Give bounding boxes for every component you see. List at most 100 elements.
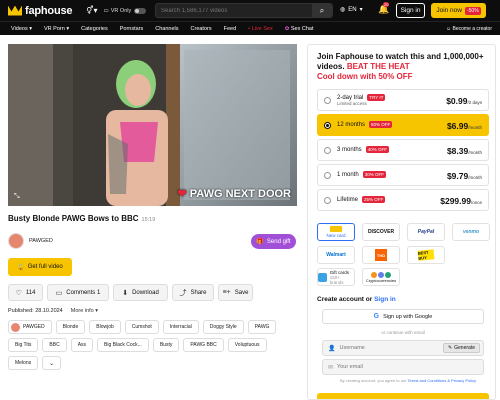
payment-new-card[interactable]: New card xyxy=(317,223,355,241)
plan-price: $8.39/month xyxy=(446,146,482,156)
video-frame xyxy=(8,44,297,206)
download-button[interactable]: ⬇ Download xyxy=(113,284,168,301)
mail-icon: ✉ xyxy=(328,364,334,371)
get-full-video-button[interactable]: 🔓 Get full video xyxy=(8,258,72,276)
tag-list: PAWGED Blonde Blowjob Cumshot Interracia… xyxy=(8,320,298,370)
tag[interactable]: BBC xyxy=(42,338,67,352)
language-selector[interactable]: ◍ EN ▾ xyxy=(340,6,363,14)
nav-live-sex[interactable]: • Live Sex xyxy=(248,26,273,32)
heart-outline-icon: ♡ xyxy=(15,289,22,297)
google-signup-button[interactable]: G Sign up with Google xyxy=(322,309,484,324)
tag[interactable]: Big Tits xyxy=(8,338,39,352)
tag[interactable]: Blowjob xyxy=(89,320,121,334)
create-account-heading: Create account or Sign in xyxy=(317,296,396,303)
tag[interactable]: Interracial xyxy=(162,320,199,334)
video-player[interactable]: ❤ PAWG NEXT DOOR ⤡ xyxy=(8,44,297,206)
heart-icon: ❤ xyxy=(177,188,187,200)
avatar[interactable] xyxy=(8,233,24,249)
tag[interactable]: PAWG xyxy=(247,320,277,334)
tag[interactable]: Big Black Cock... xyxy=(97,338,149,352)
tag[interactable]: Busty xyxy=(152,338,180,352)
signin-link[interactable]: Sign in xyxy=(374,296,396,303)
search-icon: ⌕ xyxy=(319,5,325,15)
nav-feed[interactable]: Feed xyxy=(224,26,237,32)
signin-button[interactable]: Sign in xyxy=(396,3,425,18)
expand-tags-button[interactable]: ⌄ xyxy=(42,356,62,370)
generate-button[interactable]: ✎ Generate xyxy=(442,343,480,353)
crown-logo-icon xyxy=(8,5,22,16)
plan-2-day-trial[interactable]: 2-day trial TRY IT Limited access $0.99/2 … xyxy=(317,89,489,111)
search-button[interactable]: ⌕ xyxy=(312,4,332,17)
radio-button[interactable] xyxy=(324,146,331,154)
like-button[interactable]: ♡ 114 xyxy=(8,284,43,301)
nav-videos[interactable]: Videos ▾ xyxy=(11,26,32,32)
more-info-toggle[interactable]: More info ▾ xyxy=(71,308,98,314)
comments-button[interactable]: ▭ Comments 1 xyxy=(47,284,109,301)
join-discount-badge: -50% xyxy=(464,6,481,15)
tag[interactable]: Doggy Style xyxy=(202,320,244,334)
join-now-button[interactable]: Join now -50% xyxy=(431,3,486,18)
search-input[interactable] xyxy=(161,7,311,14)
terms-link[interactable]: Terms and Conditions & Privacy Policy xyxy=(408,378,476,383)
gender-filter-icon[interactable]: ⚥▾ xyxy=(86,6,97,15)
email-input[interactable] xyxy=(337,364,438,370)
payment-crypto[interactable]: Cryptocurrencies xyxy=(362,268,400,286)
nav-sex-chat[interactable]: ✿ Sex Chat xyxy=(285,26,314,32)
username-field: 👤 ✎Generate xyxy=(322,340,484,356)
save-button[interactable]: ≡+ Save xyxy=(218,284,253,301)
username-input[interactable] xyxy=(339,345,440,351)
plan-3-months[interactable]: 3 months 40% OFF $8.39/month xyxy=(317,139,489,161)
nav-creators[interactable]: Creators xyxy=(191,26,212,32)
channel-name[interactable]: PAWGED xyxy=(29,238,53,244)
notifications[interactable]: 🔔 20 xyxy=(378,2,390,15)
payment-venmo[interactable]: venmo xyxy=(452,223,490,241)
channel-info[interactable]: PAWGED xyxy=(8,233,53,249)
radio-button[interactable] xyxy=(324,196,331,204)
card-icon xyxy=(330,226,342,232)
payment-discover[interactable]: DISCOVER xyxy=(362,223,400,241)
comment-icon: ▭ xyxy=(55,289,63,297)
payment-gift-cards[interactable]: Gift cards 150+ brands xyxy=(317,268,355,286)
share-button[interactable]: ⤴ Share xyxy=(172,284,214,301)
tag[interactable]: Cumshot xyxy=(124,320,159,334)
nav-pornstars[interactable]: Pornstars xyxy=(120,26,144,32)
home-depot-logo-icon: THD xyxy=(375,249,387,261)
nav-channels[interactable]: Channels xyxy=(155,26,178,32)
tag[interactable]: Ass xyxy=(70,338,94,352)
join-headline: Join Faphouse to watch this and 1,000,00… xyxy=(317,52,484,81)
payment-paypal[interactable]: PayPal xyxy=(407,223,445,241)
vr-switch[interactable] xyxy=(134,7,147,14)
payment-walmart[interactable]: Walmart xyxy=(317,246,355,264)
expand-icon[interactable]: ⤡ xyxy=(14,193,20,201)
share-icon: ⤴ xyxy=(179,289,187,297)
send-gift-button[interactable]: 🎁 Send gift xyxy=(251,234,296,249)
tag[interactable]: Voluptuous xyxy=(227,338,267,352)
payment-best-buy[interactable]: BEST BUY xyxy=(407,246,445,264)
tag[interactable]: Melons xyxy=(8,356,39,370)
payment-home-depot[interactable]: THD xyxy=(362,246,400,264)
vr-icon: ▭ xyxy=(103,7,109,14)
continue-button[interactable] xyxy=(317,393,489,399)
email-field: ✉ xyxy=(322,359,484,375)
nav-categories[interactable]: Categories xyxy=(81,26,108,32)
payment-methods-row-2: Walmart THD BEST BUY xyxy=(317,246,445,264)
video-watermark: ❤ PAWG NEXT DOOR xyxy=(177,187,291,201)
chevron-down-icon: ▾ xyxy=(359,7,363,13)
plan-1-month[interactable]: 1 month 30% OFF $9.79/month xyxy=(317,164,489,186)
vr-only-toggle[interactable]: ▭ VR Only xyxy=(103,7,147,14)
tag[interactable]: PAWG BBC xyxy=(183,338,224,352)
published-date: Published: 28.10.2024 xyxy=(8,308,63,314)
logo[interactable]: faphouse xyxy=(8,0,72,21)
radio-button[interactable] xyxy=(324,96,331,104)
unlock-icon: 🔓 xyxy=(17,264,25,271)
avatar xyxy=(11,322,20,332)
gift-card-icon xyxy=(318,272,327,282)
plan-12-months[interactable]: 12 months 50% OFF $6.99/month xyxy=(317,114,489,136)
radio-button[interactable] xyxy=(324,171,331,179)
tag-channel[interactable]: PAWGED xyxy=(8,320,52,334)
become-creator-link[interactable]: ☺ Become a creator xyxy=(446,26,492,32)
plan-lifetime[interactable]: Lifetime 25% OFF $299.99/once xyxy=(317,189,489,211)
tag[interactable]: Blonde xyxy=(55,320,86,334)
nav-vr-porn[interactable]: VR Porn ▾ xyxy=(44,26,69,32)
radio-button[interactable] xyxy=(324,121,331,129)
